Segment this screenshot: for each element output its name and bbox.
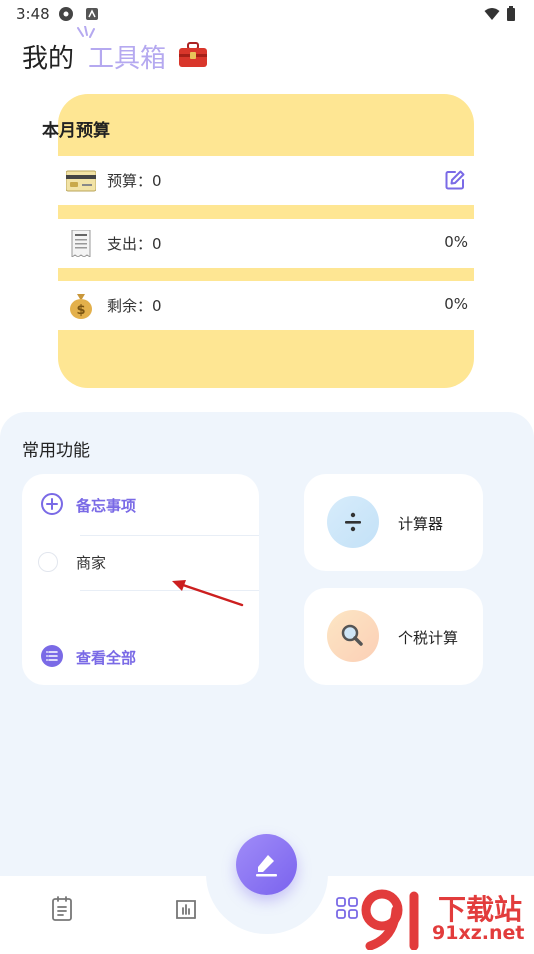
notes-nav-icon[interactable] [50, 896, 74, 922]
stats-nav-icon[interactable] [174, 896, 198, 922]
divide-icon [345, 512, 361, 532]
remaining-amount-label: 剩余：0 [107, 297, 162, 315]
watermark-logo-icon [361, 889, 419, 951]
toolbox-icon [179, 42, 207, 67]
page-title-mine: 我的 [22, 44, 75, 74]
pen-icon [256, 855, 277, 877]
write-fab-button[interactable] [236, 834, 297, 895]
notification-status-icon [86, 8, 98, 20]
status-time: 3:48 [16, 5, 50, 23]
money-bag-icon: $ [70, 294, 92, 319]
wifi-icon [484, 8, 500, 20]
remaining-percent: 0% [444, 295, 468, 313]
memo-item[interactable]: 商家 [38, 550, 238, 574]
section-title: 常用功能 [22, 441, 90, 461]
memo-item-text: 商家 [76, 554, 107, 572]
view-all-label: 查看全部 [76, 649, 137, 667]
battery-icon [507, 6, 515, 21]
credit-card-icon [66, 170, 96, 192]
add-circle-icon [41, 493, 63, 515]
red-arrow-annotation [172, 580, 244, 607]
calculator-bubble [327, 496, 379, 548]
expense-amount-label: 支出：0 [107, 235, 162, 253]
svg-text:$: $ [76, 303, 85, 318]
watermark-domain: 91xz.net [432, 922, 525, 944]
calculator-card[interactable]: 计算器 [304, 474, 483, 571]
budget-row-expense[interactable]: 支出：0 0% [58, 219, 474, 268]
page-title-toolbox: 工具箱 [88, 44, 167, 74]
expense-percent: 0% [444, 233, 468, 251]
tax-bubble [327, 610, 379, 662]
list-icon [41, 645, 63, 667]
budget-title: 本月预算 [42, 121, 110, 141]
budget-amount-label: 预算：0 [107, 172, 162, 190]
magnifier-icon [341, 624, 363, 646]
memo-checkbox[interactable] [38, 552, 58, 572]
receipt-icon [71, 230, 91, 257]
site-watermark: 下载站 91xz.net [360, 888, 534, 951]
calculator-label: 计算器 [398, 515, 444, 533]
add-memo-label: 备忘事项 [76, 497, 137, 515]
edit-icon[interactable] [444, 169, 466, 191]
divider [80, 535, 259, 536]
budget-row-budget[interactable]: 预算：0 [58, 156, 474, 205]
status-bar: 3:48 [0, 0, 534, 28]
budget-row-remaining[interactable]: $ 剩余：0 0% [58, 281, 474, 330]
tax-calculator-card[interactable]: 个税计算 [304, 588, 483, 685]
grid-nav-icon[interactable] [335, 896, 359, 920]
settings-status-icon [59, 7, 73, 21]
tax-calculator-label: 个税计算 [398, 629, 459, 647]
